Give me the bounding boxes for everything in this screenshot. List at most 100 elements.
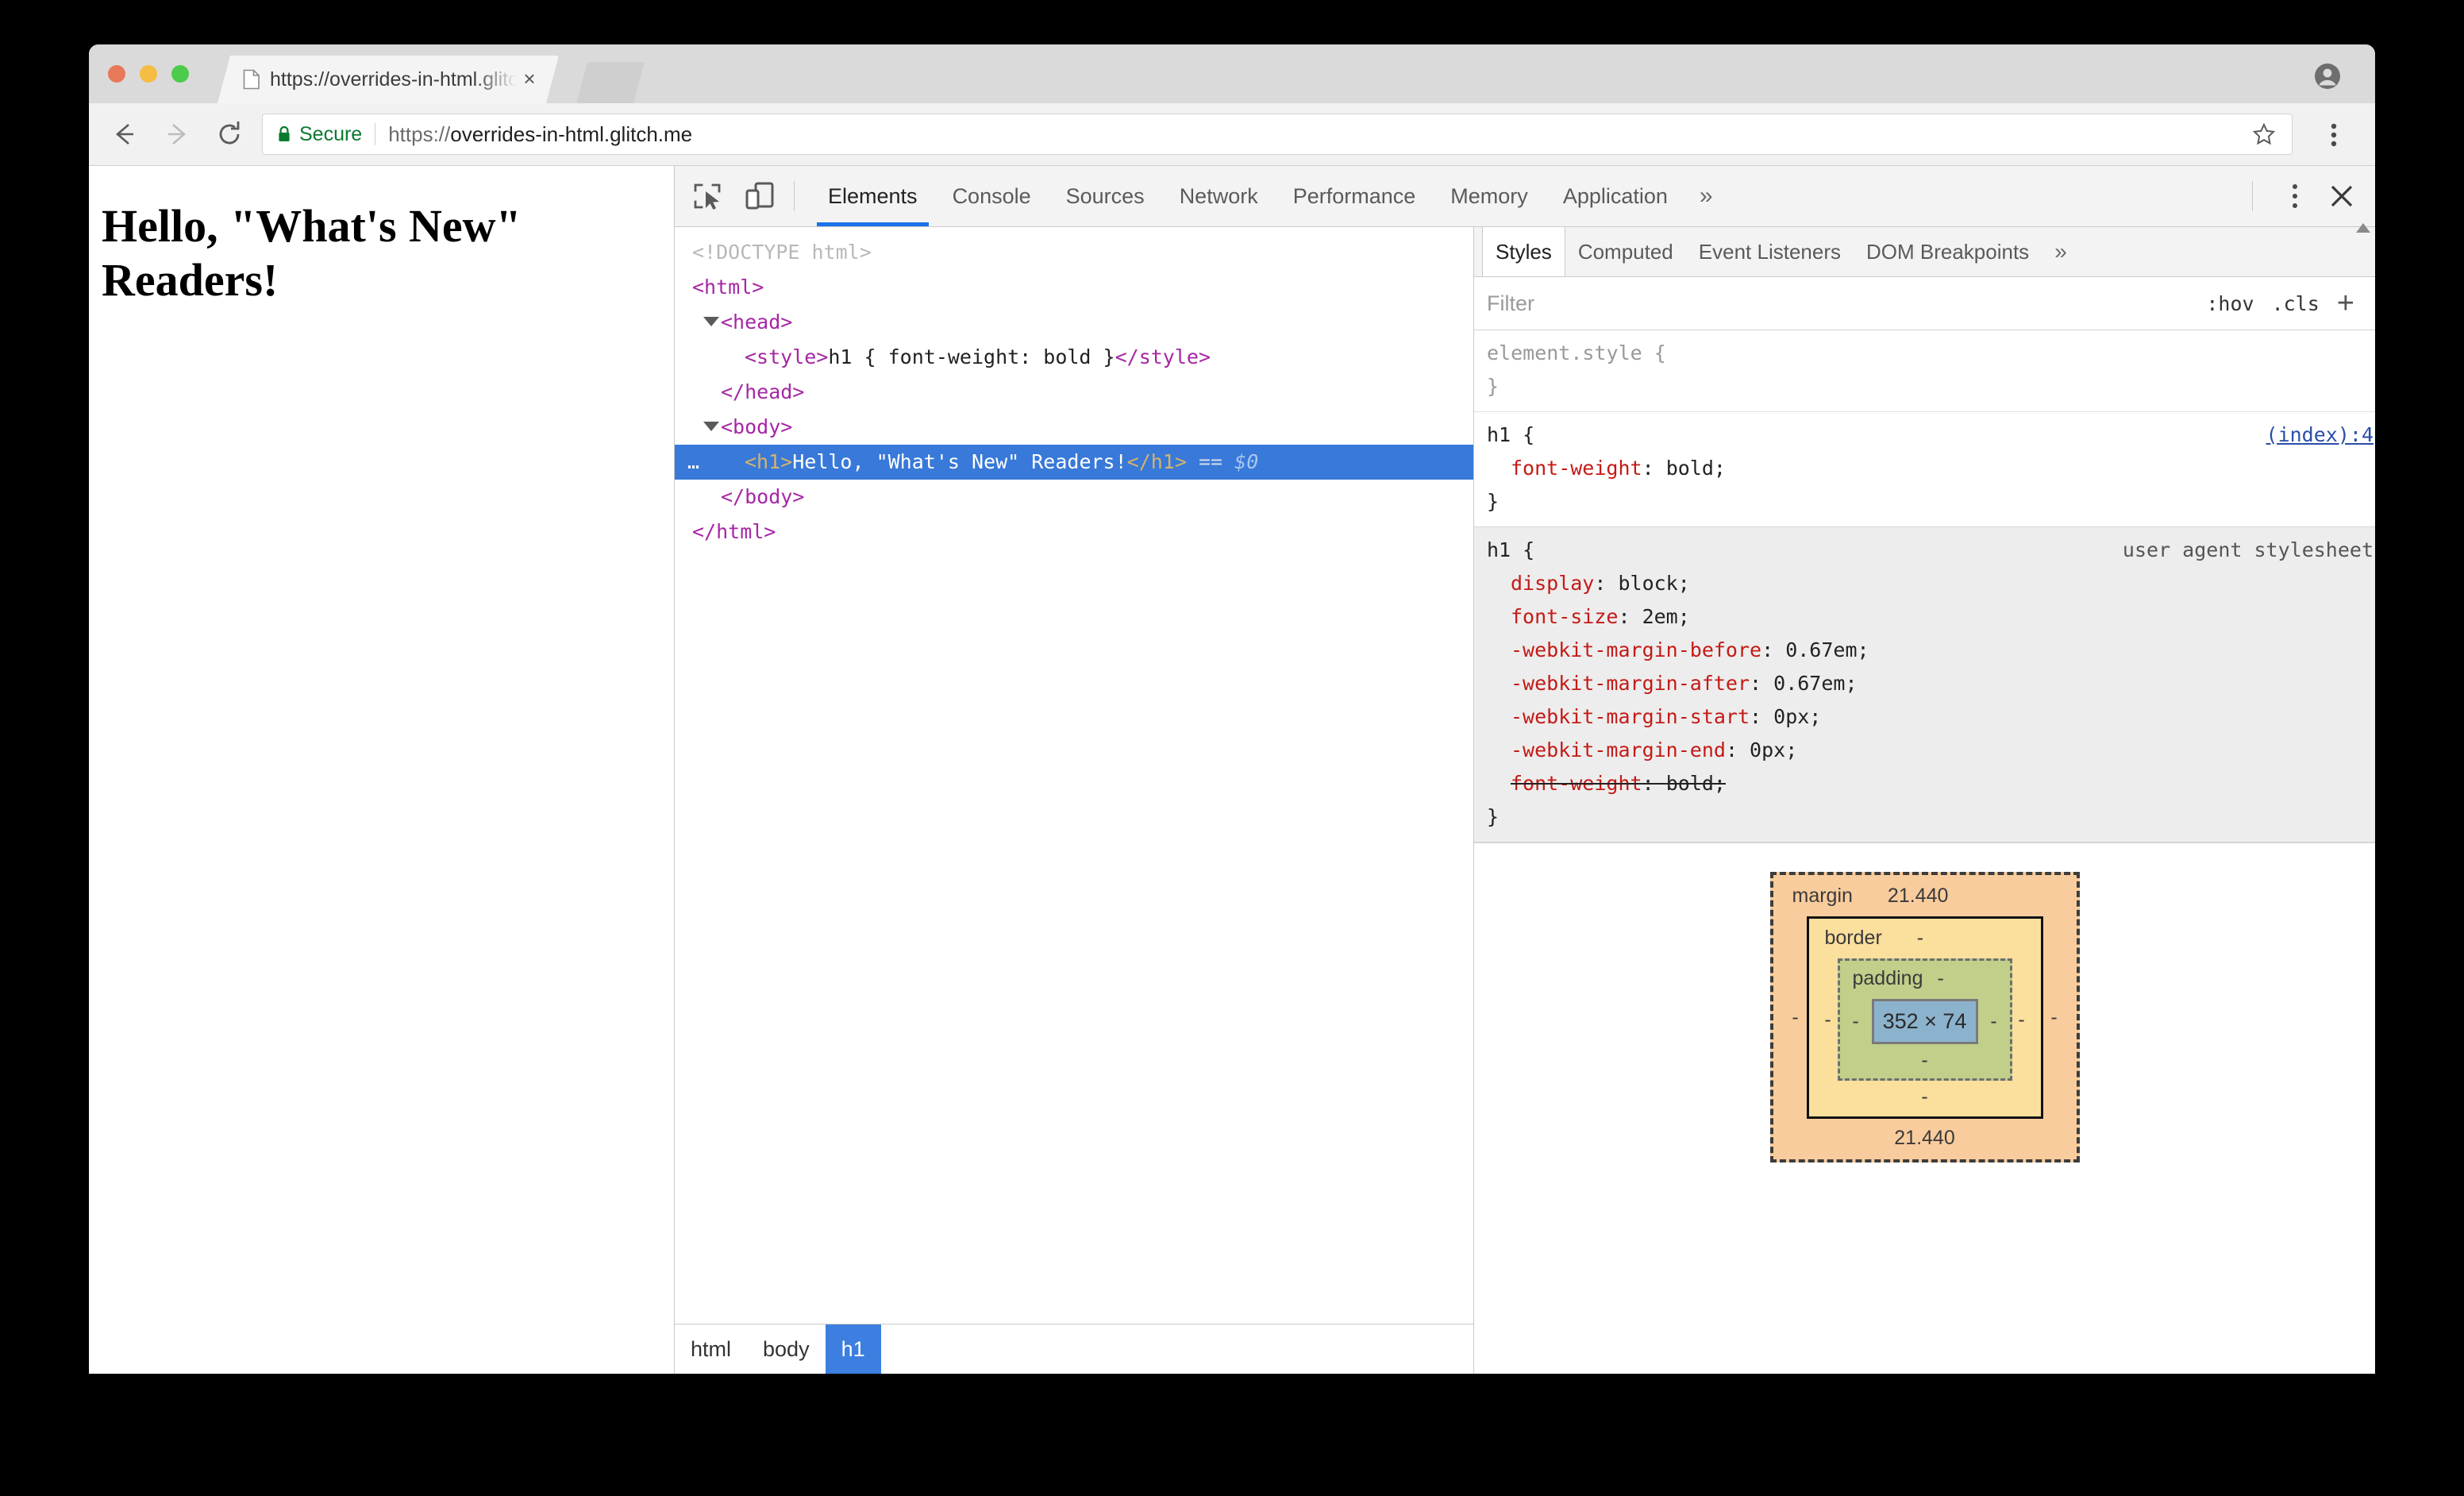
devtools-panel: Elements Console Sources Network Perform… [675, 166, 2375, 1374]
tab-sources[interactable]: Sources [1049, 166, 1162, 226]
elements-dom-panel: <!DOCTYPE html> <html> <head> <style>h1 … [675, 227, 1474, 1374]
rule-source-link[interactable]: (index):4 [2266, 418, 2375, 452]
box-model-padding[interactable]: padding - - 352 × 74 - - [1837, 958, 2012, 1081]
styles-tab-list: Styles Computed Event Listeners DOM Brea… [1474, 227, 2375, 277]
box-model-padding-right[interactable]: - [1986, 1010, 2002, 1033]
dom-line-body-open[interactable]: <body> [675, 410, 1473, 445]
tab-performance[interactable]: Performance [1276, 166, 1434, 226]
browser-menu-icon[interactable] [2318, 119, 2350, 151]
browser-tab-strip: https://overrides-in-html.glitch × [89, 44, 2375, 103]
box-model-padding-label: padding [1852, 967, 1923, 989]
forward-icon[interactable] [157, 114, 197, 154]
back-icon[interactable] [105, 114, 144, 154]
devtools-toolbar: Elements Console Sources Network Perform… [675, 166, 2375, 227]
declaration-margin-end[interactable]: -webkit-margin-end: 0px; [1487, 734, 2375, 767]
box-model-content-size[interactable]: 352 × 74 [1871, 999, 1978, 1044]
star-icon[interactable] [2252, 122, 2276, 146]
rule-h1-author[interactable]: (index):4 h1 { font-weight: bold; } [1474, 411, 2375, 526]
devtools-toolbar-actions [2236, 180, 2375, 212]
tab-application[interactable]: Application [1546, 166, 1685, 226]
declaration-font-weight[interactable]: font-weight: bold; [1487, 452, 2375, 485]
reload-icon[interactable] [210, 114, 249, 154]
declaration-display[interactable]: display: block; [1487, 567, 2375, 600]
more-tabs-icon[interactable]: » [1685, 166, 1727, 226]
box-model-border-bottom[interactable]: - [1820, 1084, 2030, 1109]
page-icon [243, 69, 260, 90]
declaration-font-weight-overridden[interactable]: font-weight: bold; [1487, 767, 2375, 800]
tab-console[interactable]: Console [935, 166, 1049, 226]
tab-memory[interactable]: Memory [1433, 166, 1546, 226]
content-row: Hello, "What's New" Readers! Elements Co… [89, 166, 2375, 1374]
dom-line-doctype[interactable]: <!DOCTYPE html> [675, 235, 1473, 270]
cls-toggle-button[interactable]: .cls [2272, 292, 2320, 315]
devtools-tab-list: Elements Console Sources Network Perform… [810, 166, 2236, 226]
box-model-border[interactable]: border - - padding - - 352 × 74 - - - - [1806, 916, 2043, 1119]
more-style-tabs-icon[interactable]: » [2042, 227, 2080, 276]
address-bar-url: https://overrides-in-html.glitch.me [388, 122, 2252, 147]
dom-line-head-close[interactable]: </head> [675, 375, 1473, 410]
tab-event-listeners[interactable]: Event Listeners [1686, 227, 1854, 276]
avatar[interactable] [2312, 60, 2343, 92]
expand-ellipsis[interactable]: … [687, 445, 701, 480]
declaration-margin-before[interactable]: -webkit-margin-before: 0.67em; [1487, 634, 2375, 667]
box-model-margin[interactable]: margin 21.440 - border - - padding - - 3… [1769, 872, 2080, 1162]
declaration-margin-start[interactable]: -webkit-margin-start: 0px; [1487, 700, 2375, 734]
browser-tab-title: https://overrides-in-html.glitch [270, 67, 519, 91]
styles-filter-bar: Filter :hov .cls + [1474, 223, 2375, 330]
rule-element-style[interactable]: element.style { } [1474, 330, 2375, 411]
chevron-down-icon[interactable] [703, 422, 719, 431]
breadcrumb-item-h1[interactable]: h1 [825, 1324, 881, 1374]
new-style-rule-button[interactable]: + [2337, 288, 2354, 318]
hov-toggle-button[interactable]: :hov [2206, 292, 2254, 315]
tab-dom-breakpoints[interactable]: DOM Breakpoints [1854, 227, 2042, 276]
box-model-padding-left[interactable]: - [1848, 1010, 1864, 1033]
dom-line-html-open[interactable]: <html> [675, 270, 1473, 305]
inspect-element-icon[interactable] [689, 178, 726, 214]
breadcrumb-item-html[interactable]: html [675, 1324, 747, 1374]
box-model-border-right[interactable]: - [2014, 1008, 2030, 1031]
box-model-margin-left[interactable]: - [1788, 1006, 1804, 1029]
tab-computed[interactable]: Computed [1565, 227, 1686, 276]
dom-line-h1-selected[interactable]: … <h1>Hello, "What's New" Readers!</h1> =… [675, 445, 1473, 480]
maximize-window-button[interactable] [171, 65, 189, 83]
dom-line-head-open[interactable]: <head> [675, 305, 1473, 340]
dom-tree[interactable]: <!DOCTYPE html> <html> <head> <style>h1 … [675, 227, 1473, 1324]
box-model-margin-top[interactable]: 21.440 [1888, 885, 1948, 908]
box-model-margin-label: margin [1792, 885, 1853, 907]
box-model-border-middle: - padding - - 352 × 74 - - - [1820, 955, 2030, 1084]
styles-rule-list: element.style { } (index):4 h1 { font-we… [1474, 330, 2375, 842]
address-bar[interactable]: Secure https://overrides-in-html.glitch.… [262, 114, 2293, 155]
box-model-border-top[interactable]: - [1917, 927, 1923, 950]
scroll-indicator [2356, 223, 2370, 233]
dom-line-html-close[interactable]: </html> [675, 515, 1473, 549]
breadcrumb-item-body[interactable]: body [747, 1324, 826, 1374]
tab-styles[interactable]: Styles [1482, 227, 1565, 276]
lock-icon [277, 125, 291, 143]
box-model-margin-right[interactable]: - [2046, 1006, 2062, 1029]
declaration-font-size[interactable]: font-size: 2em; [1487, 600, 2375, 634]
tab-elements[interactable]: Elements [810, 166, 935, 226]
box-model-padding-bottom[interactable]: - [1848, 1047, 2002, 1072]
device-toolbar-icon[interactable] [741, 178, 778, 214]
box-model-border-left[interactable]: - [1820, 1008, 1836, 1031]
dom-line-body-close[interactable]: </body> [675, 480, 1473, 515]
browser-tab[interactable]: https://overrides-in-html.glitch × [218, 56, 559, 103]
rule-close: } [1487, 805, 1500, 828]
box-model-margin-bottom[interactable]: 21.440 [1788, 1122, 2062, 1150]
box-model-margin-middle: - border - - padding - - 352 × 74 - - - … [1788, 913, 2062, 1122]
filter-input[interactable]: Filter [1487, 291, 2206, 316]
page-heading: Hello, "What's New" Readers! [102, 200, 522, 307]
chevron-down-icon[interactable] [703, 317, 719, 326]
close-window-button[interactable] [108, 65, 125, 83]
declaration-margin-after[interactable]: -webkit-margin-after: 0.67em; [1487, 667, 2375, 700]
close-icon[interactable]: × [519, 69, 540, 90]
box-model-border-top-row: border - [1820, 927, 2030, 955]
minimize-window-button[interactable] [140, 65, 157, 83]
box-model-padding-top[interactable]: - [1937, 967, 1943, 990]
rule-h1-user-agent[interactable]: user agent stylesheet h1 { display: bloc… [1474, 526, 2375, 842]
dom-line-style[interactable]: <style>h1 { font-weight: bold }</style> [675, 340, 1473, 375]
new-tab-button[interactable] [576, 62, 645, 103]
devtools-menu-icon[interactable] [2281, 180, 2308, 212]
tab-network[interactable]: Network [1162, 166, 1276, 226]
close-devtools-icon[interactable] [2326, 180, 2358, 212]
